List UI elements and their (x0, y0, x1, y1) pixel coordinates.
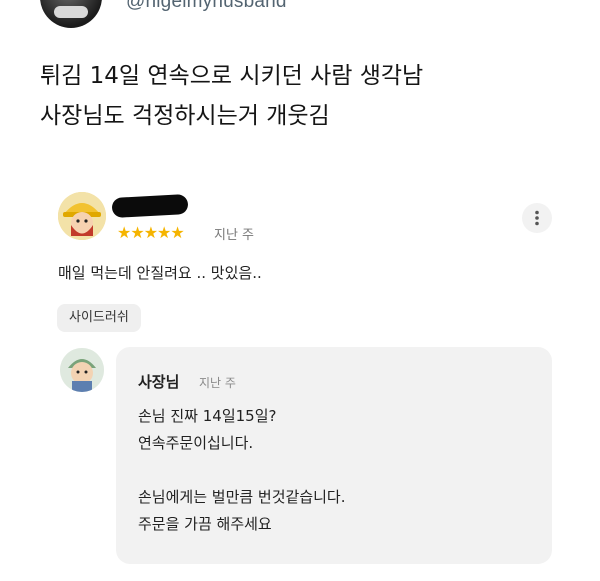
menu-item-chip[interactable]: 사이드러쉬 (57, 304, 141, 332)
reply-line: 손님 진짜 14일15일? (138, 407, 277, 425)
owner-reply-timestamp: 지난 주 (199, 376, 236, 390)
review-body: 매일 먹는데 안질려요 .. 맛있음.. (58, 264, 262, 282)
tweet-author-handle[interactable]: @nigelmyhusband (126, 0, 287, 13)
reviewer-name-redacted (111, 194, 189, 218)
avatar-stamp (54, 6, 88, 18)
tweet-text: 튀김 14일 연속으로 시키던 사람 생각남 사장님도 걱정하시는거 개웃김 (40, 56, 580, 136)
reply-line: 연속주문이십니다. (138, 434, 254, 452)
more-vertical-icon (535, 210, 539, 226)
tweet-author-avatar[interactable] (40, 0, 102, 28)
owner-avatar[interactable] (60, 348, 104, 392)
reviewer-character-icon (58, 192, 106, 240)
owner-reply-text: 손님 진짜 14일15일? 연속주문이십니다. 손님에게는 벌만큼 번것같습니다… (138, 403, 538, 538)
owner-reply-name: 사장님 (138, 373, 180, 391)
reply-line: 손님에게는 벌만큼 번것같습니다. (138, 488, 346, 506)
reply-line (138, 457, 538, 484)
reply-line: 주문을 가끔 해주세요 (138, 515, 272, 533)
review-timestamp: 지난 주 (214, 228, 255, 243)
reviewer-avatar[interactable] (58, 192, 106, 240)
owner-reply-box: 사장님 지난 주 손님 진짜 14일15일? 연속주문이십니다. 손님에게는 벌… (116, 347, 552, 564)
rating-stars: ★★★★★ (117, 223, 185, 242)
tweet-text-line: 튀김 14일 연속으로 시키던 사람 생각남 (40, 63, 424, 89)
more-options-button[interactable] (522, 203, 552, 233)
page: @nigelmyhusband 튀김 14일 연속으로 시키던 사람 생각남 사… (0, 0, 600, 581)
owner-character-icon (60, 348, 104, 392)
tweet-text-line: 사장님도 걱정하시는거 개웃김 (40, 103, 330, 129)
